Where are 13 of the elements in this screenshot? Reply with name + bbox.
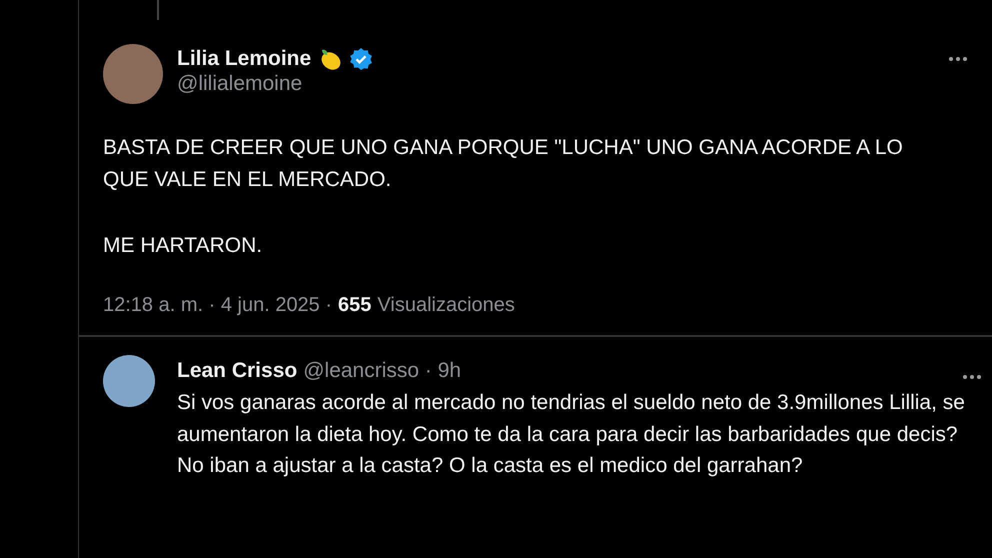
more-options-icon[interactable] — [948, 56, 968, 62]
user-handle[interactable]: @leancrisso · 9h — [303, 359, 462, 383]
views-label: Visualizaciones — [377, 294, 515, 317]
reply-text: Si vos ganaras acorde al mercado no tendrias el sueldo neto de 3.9millones Lillia, se aumentaron la dieta hoy. Como te da la cara para decir las barbaridades que decis? No iban a ajustar a la casta? O la casta es el medico del garrahan? — [177, 390, 966, 479]
tweet-text: ME HARTARON. — [103, 233, 264, 259]
timestamp[interactable]: 12:18 a. m. · 4 jun. 2025 · — [103, 294, 332, 317]
user-name[interactable]: Lilia Lemoine — [177, 47, 312, 71]
tweet-text: BASTA DE CREER QUE UNO GANA PORQUE "LUCHA" UNO GANA ACORDE A LO QUE VALE EN EL MERCADO. — [103, 135, 904, 193]
avatar[interactable] — [103, 355, 155, 407]
user-name[interactable]: Lean Crisso — [177, 359, 298, 383]
user-handle[interactable]: @lilialemoine — [177, 72, 934, 96]
more-options-icon[interactable] — [962, 374, 982, 380]
view-count: 655 — [338, 294, 372, 317]
